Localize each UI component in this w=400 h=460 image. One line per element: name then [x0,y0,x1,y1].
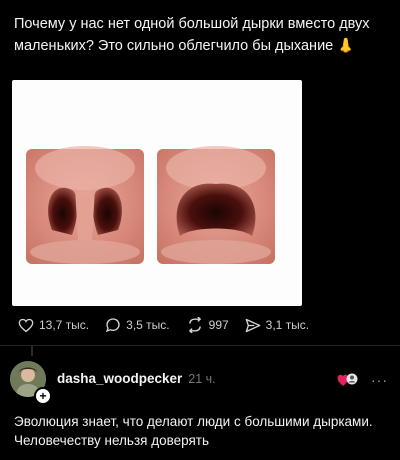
post-text: Почему у нас нет одной большой дырки вме… [14,14,392,57]
like-button[interactable]: 13,7 тыс. [18,318,89,333]
two-nostrils-image [26,146,144,264]
nose-emoji: 👃 [337,37,355,53]
reply-text: Эволюция знает, что делают люди с больши… [14,414,373,448]
like-count: 13,7 тыс. [39,318,90,332]
comment-icon [106,318,120,333]
repost-button[interactable]: 997 [186,317,229,333]
reply-username[interactable]: dasha_woodpecker [57,371,182,386]
share-icon [245,318,261,332]
reply-button[interactable]: 3,5 тыс. [105,317,170,333]
reply-time: 21 ч. [188,372,216,386]
share-button[interactable]: 3,1 тыс. [245,318,309,333]
liked-by-author-icon [337,373,358,386]
post-actions: 13,7 тыс. 3,5 тыс. 997 3,1 тыс. [18,315,325,335]
share-count: 3,1 тыс. [265,318,310,332]
post-image[interactable] [12,80,302,306]
reply-count: 3,5 тыс. [126,318,170,332]
plus-icon: + [39,389,47,403]
follow-plus-button[interactable]: + [34,387,52,405]
more-icon[interactable]: ··· [371,372,388,388]
nostrils-illustration [26,146,275,264]
reply-meta: ··· [337,372,388,388]
divider [0,345,400,346]
post-body: Почему у нас нет одной большой дырки вме… [14,16,370,54]
one-nostril-image [157,146,275,264]
repost-count: 997 [208,318,229,332]
thread-line [31,346,33,356]
reply-header: dasha_woodpecker 21 ч. [57,371,216,386]
heart-icon [18,318,34,332]
repost-icon [188,317,201,333]
